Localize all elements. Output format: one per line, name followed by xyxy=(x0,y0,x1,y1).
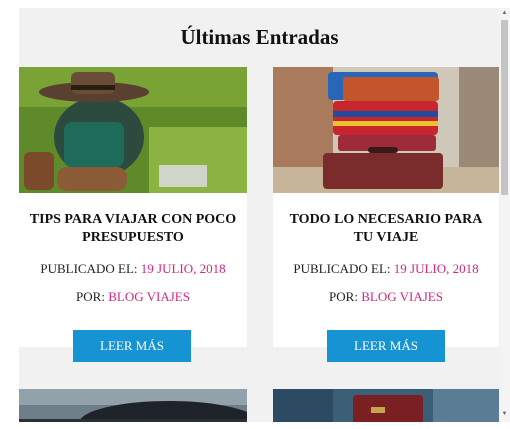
post-date-link[interactable]: 19 JULIO, 2018 xyxy=(394,261,479,276)
post-image[interactable] xyxy=(273,389,499,422)
read-more-button[interactable]: LEER MÁS xyxy=(327,330,445,362)
post-author: POR: BLOG VIAJES xyxy=(273,289,499,305)
scrollbar-thumb[interactable] xyxy=(501,20,508,195)
scroll-down-icon[interactable]: ▼ xyxy=(501,411,508,417)
section-title: Últimas Entradas xyxy=(180,25,339,49)
post-card: TODO LO NECESARIO PARA TU VIAJE PUBLICAD… xyxy=(273,67,499,362)
post-image[interactable] xyxy=(19,389,247,422)
post-title[interactable]: TODO LO NECESARIO PARA TU VIAJE xyxy=(281,211,491,247)
post-date: PUBLICADO EL: 19 JULIO, 2018 xyxy=(19,261,247,277)
post-image[interactable] xyxy=(19,67,247,193)
published-label: PUBLICADO EL: xyxy=(293,261,391,276)
published-label: PUBLICADO EL: xyxy=(40,261,138,276)
post-author-link[interactable]: BLOG VIAJES xyxy=(361,289,443,304)
post-date-link[interactable]: 19 JULIO, 2018 xyxy=(141,261,226,276)
author-label: POR: xyxy=(76,289,105,304)
read-more-button[interactable]: LEER MÁS xyxy=(73,330,191,362)
post-author: POR: BLOG VIAJES xyxy=(19,289,247,305)
author-label: POR: xyxy=(329,289,358,304)
post-author-link[interactable]: BLOG VIAJES xyxy=(108,289,190,304)
posts-section: Últimas Entradas TIPS PARA VIAJAR CON PO… xyxy=(19,8,500,422)
post-image[interactable] xyxy=(273,67,499,193)
post-date: PUBLICADO EL: 19 JULIO, 2018 xyxy=(273,261,499,277)
post-card: TIPS PARA VIAJAR CON POCO PRESUPUESTO PU… xyxy=(19,67,247,362)
scroll-up-icon[interactable]: ▲ xyxy=(501,10,508,16)
post-title[interactable]: TIPS PARA VIAJAR CON POCO PRESUPUESTO xyxy=(27,211,239,247)
